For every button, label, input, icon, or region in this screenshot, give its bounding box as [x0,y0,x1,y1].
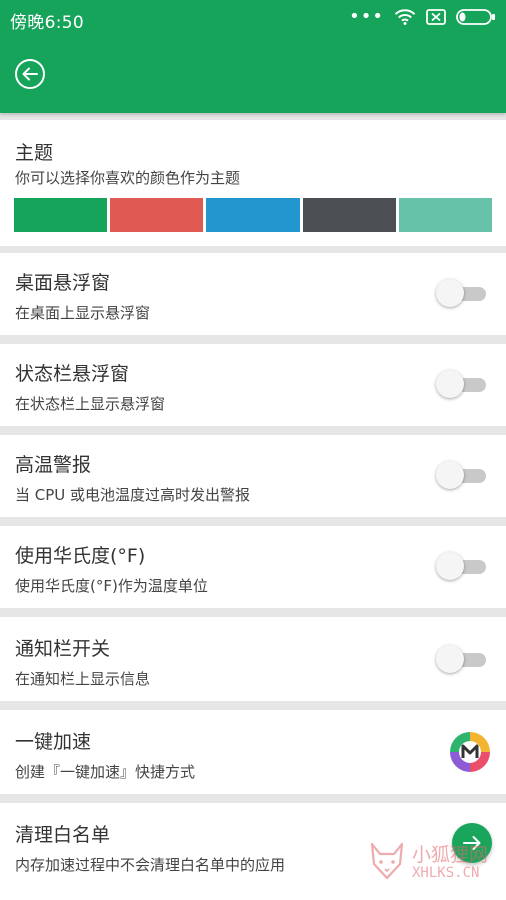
setting-subtitle: 在桌面上显示悬浮窗 [15,304,151,322]
setting-title: 高温警报 [15,454,92,476]
theme-swatch-dark-gray[interactable] [302,198,396,232]
setting-fahrenheit[interactable]: 使用华氏度(°F) 使用华氏度(°F)作为温度单位 [0,526,506,608]
toggle-knob [436,370,464,398]
setting-title: 桌面悬浮窗 [15,272,111,294]
setting-title: 状态栏悬浮窗 [15,363,130,385]
boost-app-icon[interactable] [448,730,492,774]
toggle-knob [436,645,464,673]
theme-swatch-blue[interactable] [206,198,300,232]
status-bar: 傍晚6:50 ••• [0,0,506,36]
high-temp-alert-toggle[interactable] [436,461,488,489]
setting-subtitle: 在通知栏上显示信息 [15,670,151,688]
theme-swatch-teal[interactable] [398,198,493,232]
site-watermark: 小狐狸网 XHLKS.CN [366,838,498,886]
setting-title: 使用华氏度(°F) [15,545,146,567]
wifi-icon [394,9,416,25]
theme-swatch-red[interactable] [110,198,204,232]
notification-switch-toggle[interactable] [436,645,488,673]
setting-subtitle: 当 CPU 或电池温度过高时发出警报 [15,486,251,504]
setting-subtitle: 内存加速过程中不会清理白名单中的应用 [15,856,286,874]
theme-title: 主题 [15,142,54,164]
more-dots-icon: ••• [349,6,384,27]
setting-title: 通知栏开关 [15,638,111,660]
theme-card: 主题 你可以选择你喜欢的颜色作为主题 [0,120,506,246]
watermark-domain: XHLKS.CN [412,865,480,881]
setting-subtitle: 创建『一键加速』快捷方式 [15,763,196,781]
watermark-text: 小狐狸网 [412,844,489,866]
statusbar-float-toggle[interactable] [436,370,488,398]
theme-swatch-green[interactable] [14,198,108,232]
setting-title: 一键加速 [15,731,92,753]
theme-swatches [14,198,493,232]
setting-desktop-float[interactable]: 桌面悬浮窗 在桌面上显示悬浮窗 [0,253,506,335]
status-icons: ••• [349,8,496,26]
status-time: 傍晚6:50 [10,13,84,33]
setting-subtitle: 使用华氏度(°F)作为温度单位 [15,577,208,595]
setting-notification-switch[interactable]: 通知栏开关 在通知栏上显示信息 [0,617,506,701]
setting-high-temp-alert[interactable]: 高温警报 当 CPU 或电池温度过高时发出警报 [0,435,506,517]
setting-one-key-boost[interactable]: 一键加速 创建『一键加速』快捷方式 [0,710,506,794]
fahrenheit-toggle[interactable] [436,552,488,580]
app-header: 傍晚6:50 ••• [0,0,506,113]
toggle-knob [436,279,464,307]
fox-logo-icon [370,842,404,880]
toggle-knob [436,461,464,489]
setting-title: 清理白名单 [15,824,111,846]
back-arrow-icon[interactable] [14,58,46,90]
theme-subtitle: 你可以选择你喜欢的颜色作为主题 [15,169,241,187]
setting-statusbar-float[interactable]: 状态栏悬浮窗 在状态栏上显示悬浮窗 [0,344,506,426]
toggle-knob [436,552,464,580]
desktop-float-toggle[interactable] [436,279,488,307]
no-sim-icon [426,9,446,25]
setting-subtitle: 在状态栏上显示悬浮窗 [15,395,166,413]
battery-icon [456,9,495,25]
